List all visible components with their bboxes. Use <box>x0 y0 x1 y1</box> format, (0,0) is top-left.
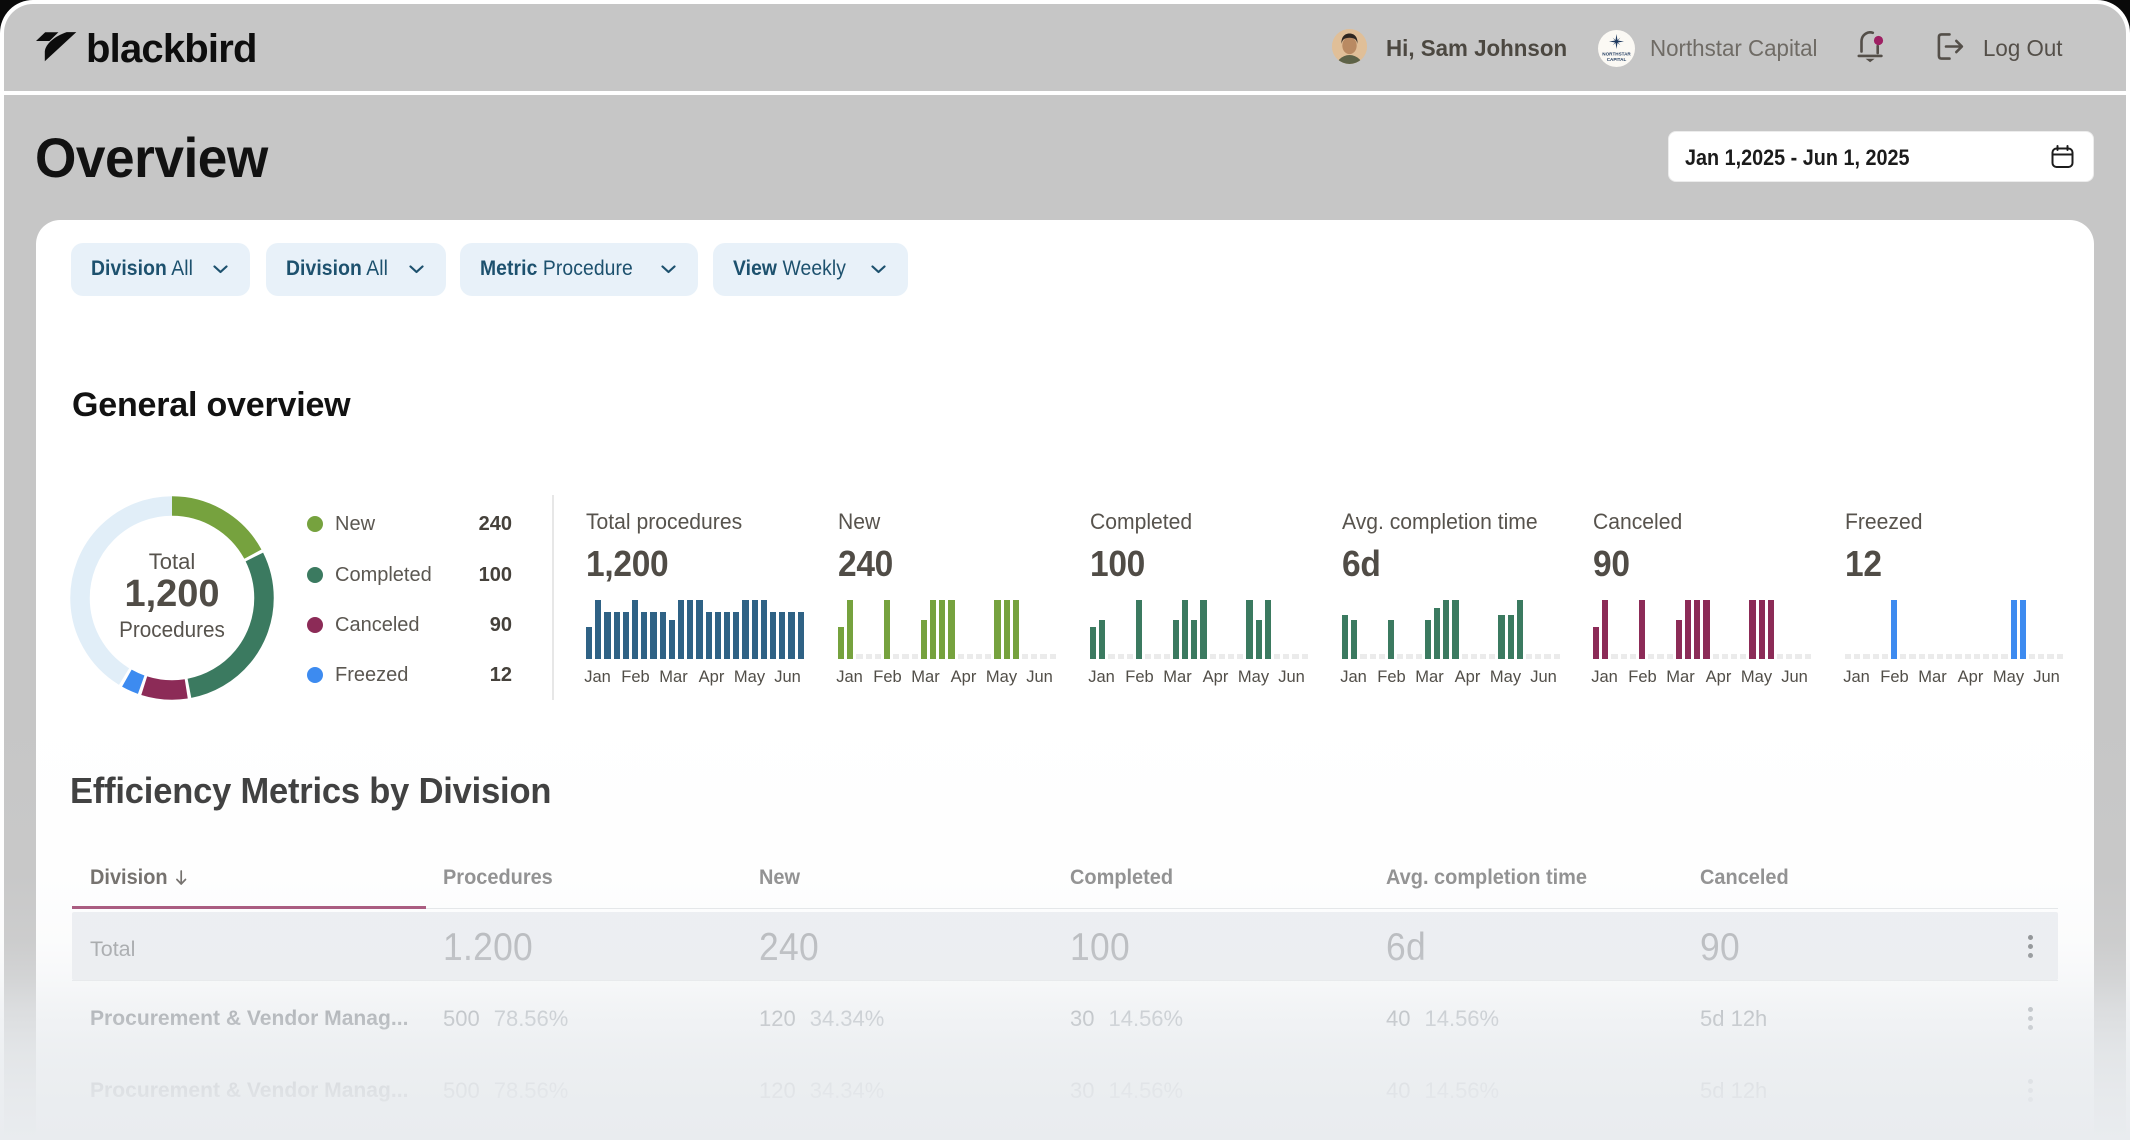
svg-text:CAPITAL: CAPITAL <box>1607 57 1627 62</box>
svg-text:NORTHSTAR: NORTHSTAR <box>1602 52 1631 57</box>
